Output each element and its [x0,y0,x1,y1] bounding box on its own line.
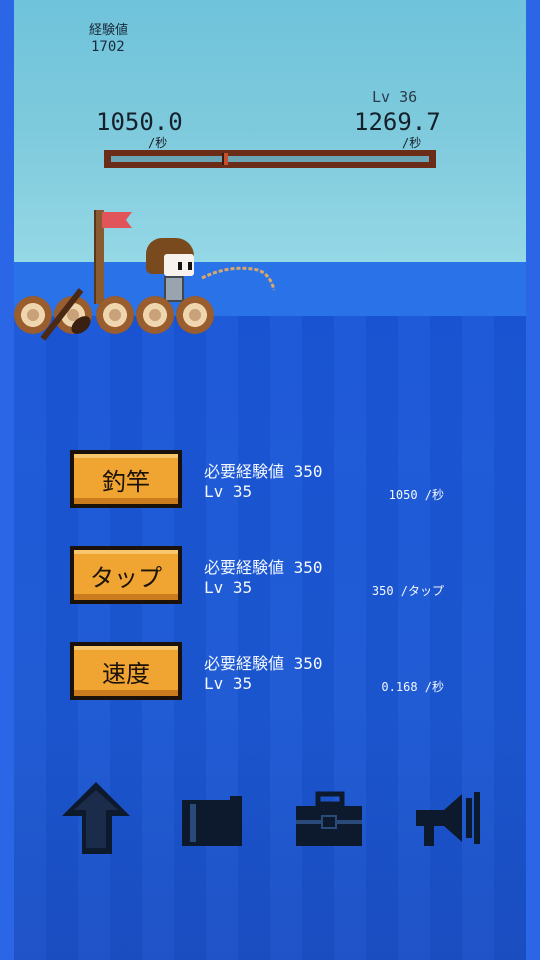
experience-value: 1702 [91,39,125,55]
current-rate: 1050.0 [96,108,183,136]
level-progress-marker [222,153,228,165]
tap-upgrade-button[interactable]: タップ [70,546,182,604]
fishing-rod-upgrade-button[interactable]: 釣竿 [70,450,182,508]
log [96,296,134,334]
log [176,296,214,334]
experience-label: 経験値 [89,23,129,38]
tap-effect: 350 /タップ [371,584,444,598]
toolbox-icon[interactable] [294,780,366,858]
fisher-eye [188,262,192,270]
level-progress-track [111,153,429,165]
left-border [0,0,14,960]
fishing-line [201,266,276,291]
megaphone-icon[interactable] [410,780,482,858]
speed-effect: 0.168 /秒 [381,680,444,694]
tap-level: Lv 35 [204,578,253,597]
level-progress-bar [104,150,436,168]
fisher-eye [178,262,182,270]
sea [14,316,526,960]
player-level: Lv 36 [372,88,418,106]
fishing-rod-effect: 1050 /秒 [388,488,444,502]
tap-required-exp: 必要経験値 350 [204,558,323,577]
next-rate-unit: /秒 [402,136,422,150]
game-screen[interactable]: 経験値 1702 Lv 36 1050.0 /秒 1269.7 /秒 釣竿 必要… [14,0,526,960]
up-arrow-icon[interactable] [60,780,132,858]
book-icon[interactable] [180,780,252,858]
right-border [526,0,540,960]
speed-level: Lv 35 [204,674,253,693]
speed-upgrade-button[interactable]: 速度 [70,642,182,700]
fishing-rod-level: Lv 35 [204,482,253,501]
log [136,296,174,334]
current-rate-unit: /秒 [148,136,168,150]
speed-required-exp: 必要経験値 350 [204,654,323,673]
next-rate: 1269.7 [354,108,441,136]
fishing-rod-required-exp: 必要経験値 350 [204,462,323,481]
